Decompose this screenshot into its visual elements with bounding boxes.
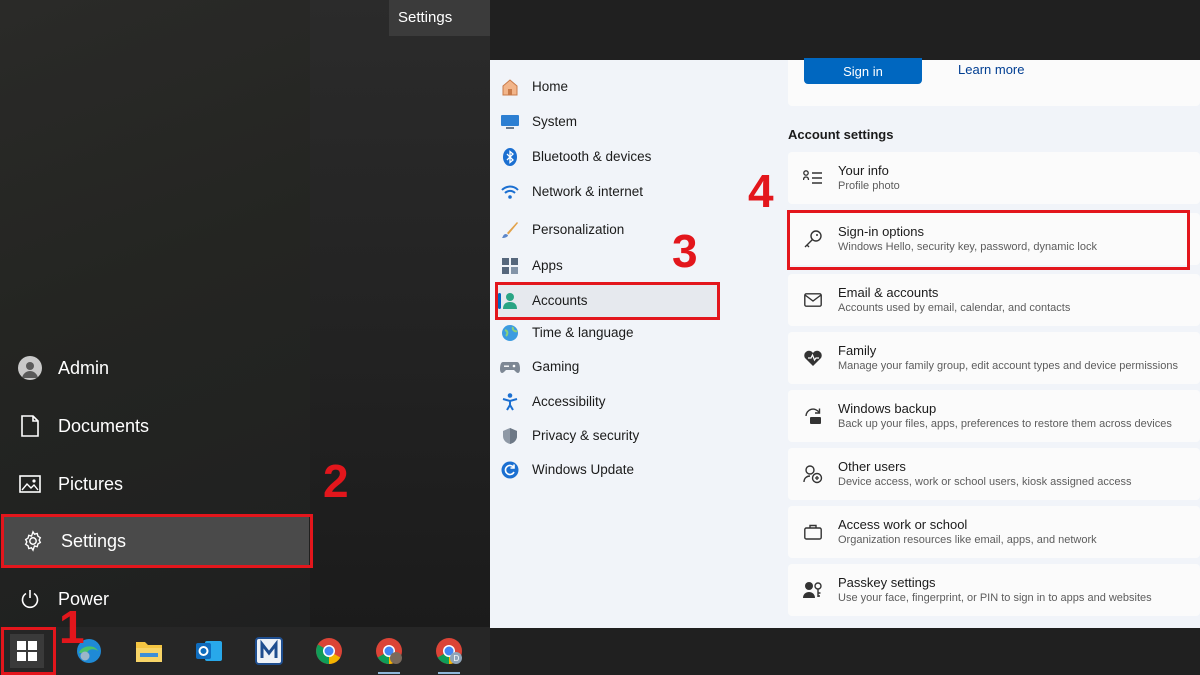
start-menu-side-strip: ∨ ∨ ∨ <box>310 0 664 627</box>
start-item-label: Admin <box>58 357 110 378</box>
step-number-2: 2 <box>323 455 349 507</box>
microsoft-account-card: Sign in Learn more <box>788 58 1200 106</box>
card-subtitle: Manage your family group, edit account t… <box>838 360 1178 372</box>
step-number-4: 4 <box>748 165 774 217</box>
pictures-icon <box>0 475 58 493</box>
briefcase-icon <box>788 524 838 540</box>
nav-item-time-language[interactable]: Time & language <box>498 316 720 349</box>
document-icon <box>0 415 58 437</box>
nav-item-privacy-security[interactable]: Privacy & security <box>498 419 720 452</box>
settings-content: Sign in Learn more Account settings Your… <box>788 58 1200 628</box>
card-subtitle: Device access, work or school users, kio… <box>838 476 1132 488</box>
card-subtitle: Use your face, fingerprint, or PIN to si… <box>838 592 1152 604</box>
learn-more-link[interactable]: Learn more <box>958 62 1024 77</box>
highlight-accounts-nav <box>495 282 720 320</box>
start-item-label: Pictures <box>58 473 124 494</box>
home-icon <box>498 77 522 97</box>
card-title: Passkey settings <box>838 575 936 590</box>
chrome-profile-d-icon[interactable]: D <box>432 634 466 674</box>
nav-item-label: Time & language <box>532 325 634 340</box>
card-access-work-school[interactable]: Access work or school Organization resour… <box>788 506 1200 558</box>
card-title: Your info <box>838 163 889 178</box>
highlight-start-button <box>1 627 56 675</box>
card-subtitle: Back up your files, apps, preferences to… <box>838 418 1172 430</box>
settings-tooltip: Settings <box>389 0 490 36</box>
card-subtitle: Accounts used by email, calendar, and co… <box>838 302 1071 314</box>
start-item-documents[interactable]: Documents <box>0 402 306 450</box>
apps-icon <box>498 256 522 276</box>
settings-window: Home System Bluetooth & devices Network … <box>490 58 1200 628</box>
sign-in-button[interactable]: Sign in <box>804 58 922 84</box>
shield-icon <box>498 426 522 446</box>
card-other-users[interactable]: Other users Device access, work or school… <box>788 448 1200 500</box>
card-passkey-settings[interactable]: Passkey settings Use your face, fingerpri… <box>788 564 1200 616</box>
mail-icon <box>788 293 838 307</box>
start-item-admin[interactable]: Admin <box>0 344 306 392</box>
svg-text:D: D <box>454 654 460 663</box>
power-icon <box>0 589 58 609</box>
user-avatar-icon <box>0 356 58 380</box>
chrome-icon[interactable] <box>312 634 346 668</box>
accessibility-icon <box>498 392 522 412</box>
start-item-label: Documents <box>58 415 150 436</box>
family-heart-icon <box>788 349 838 367</box>
globe-icon <box>498 323 522 343</box>
step-number-1: 1 <box>59 601 85 653</box>
card-title: Other users <box>838 459 906 474</box>
windows-update-icon <box>498 460 522 480</box>
card-title: Email & accounts <box>838 285 939 300</box>
card-email-accounts[interactable]: Email & accounts Accounts used by email, … <box>788 274 1200 326</box>
nav-item-accessibility[interactable]: Accessibility <box>498 385 720 418</box>
step-number-3: 3 <box>672 225 698 277</box>
nav-item-windows-update[interactable]: Windows Update <box>498 453 720 486</box>
nav-item-home[interactable]: Home <box>498 70 720 103</box>
card-windows-backup[interactable]: Windows backup Back up your files, apps, … <box>788 390 1200 442</box>
outlook-icon[interactable] <box>192 634 226 668</box>
card-subtitle: Organization resources like email, apps,… <box>838 534 1097 546</box>
bluetooth-icon <box>498 147 522 167</box>
card-title: Family <box>838 343 877 358</box>
nav-item-gaming[interactable]: Gaming <box>498 350 720 383</box>
wifi-icon <box>498 182 522 202</box>
m-app-icon[interactable] <box>252 634 286 668</box>
nav-item-label: Privacy & security <box>532 428 640 443</box>
start-item-pictures[interactable]: Pictures <box>0 460 306 508</box>
nav-item-bluetooth[interactable]: Bluetooth & devices <box>498 140 720 173</box>
nav-item-label: Accessibility <box>532 394 606 409</box>
running-indicator <box>378 672 400 674</box>
brush-icon <box>498 220 522 240</box>
your-info-icon <box>788 170 838 186</box>
passkey-icon <box>788 581 838 599</box>
card-title: Windows backup <box>838 401 937 416</box>
gamepad-icon <box>498 357 522 377</box>
running-indicator <box>438 672 460 674</box>
other-users-icon <box>788 464 838 484</box>
nav-item-label: Network & internet <box>532 184 644 199</box>
card-title: Access work or school <box>838 517 968 532</box>
backup-icon <box>788 406 838 426</box>
nav-item-label: Home <box>532 79 569 94</box>
nav-item-label: Bluetooth & devices <box>532 149 652 164</box>
file-explorer-icon[interactable] <box>132 634 166 668</box>
card-subtitle: Profile photo <box>838 180 900 192</box>
settings-nav: Home System Bluetooth & devices Network … <box>490 60 780 628</box>
nav-item-label: Windows Update <box>532 462 635 477</box>
system-icon <box>498 112 522 132</box>
card-your-info[interactable]: Your info Profile photo <box>788 152 1200 204</box>
nav-item-label: System <box>532 114 578 129</box>
start-item-power[interactable]: Power <box>0 575 306 623</box>
nav-item-label: Personalization <box>532 222 625 237</box>
chrome-profile-icon[interactable] <box>372 634 406 674</box>
nav-item-system[interactable]: System <box>498 105 720 138</box>
nav-item-label: Apps <box>532 258 563 273</box>
nav-item-label: Gaming <box>532 359 580 374</box>
card-family[interactable]: Family Manage your family group, edit acc… <box>788 332 1200 384</box>
nav-item-network[interactable]: Network & internet <box>498 175 720 208</box>
section-title: Account settings <box>788 127 894 142</box>
highlight-settings-item <box>1 514 313 568</box>
highlight-sign-in-options <box>787 210 1190 270</box>
